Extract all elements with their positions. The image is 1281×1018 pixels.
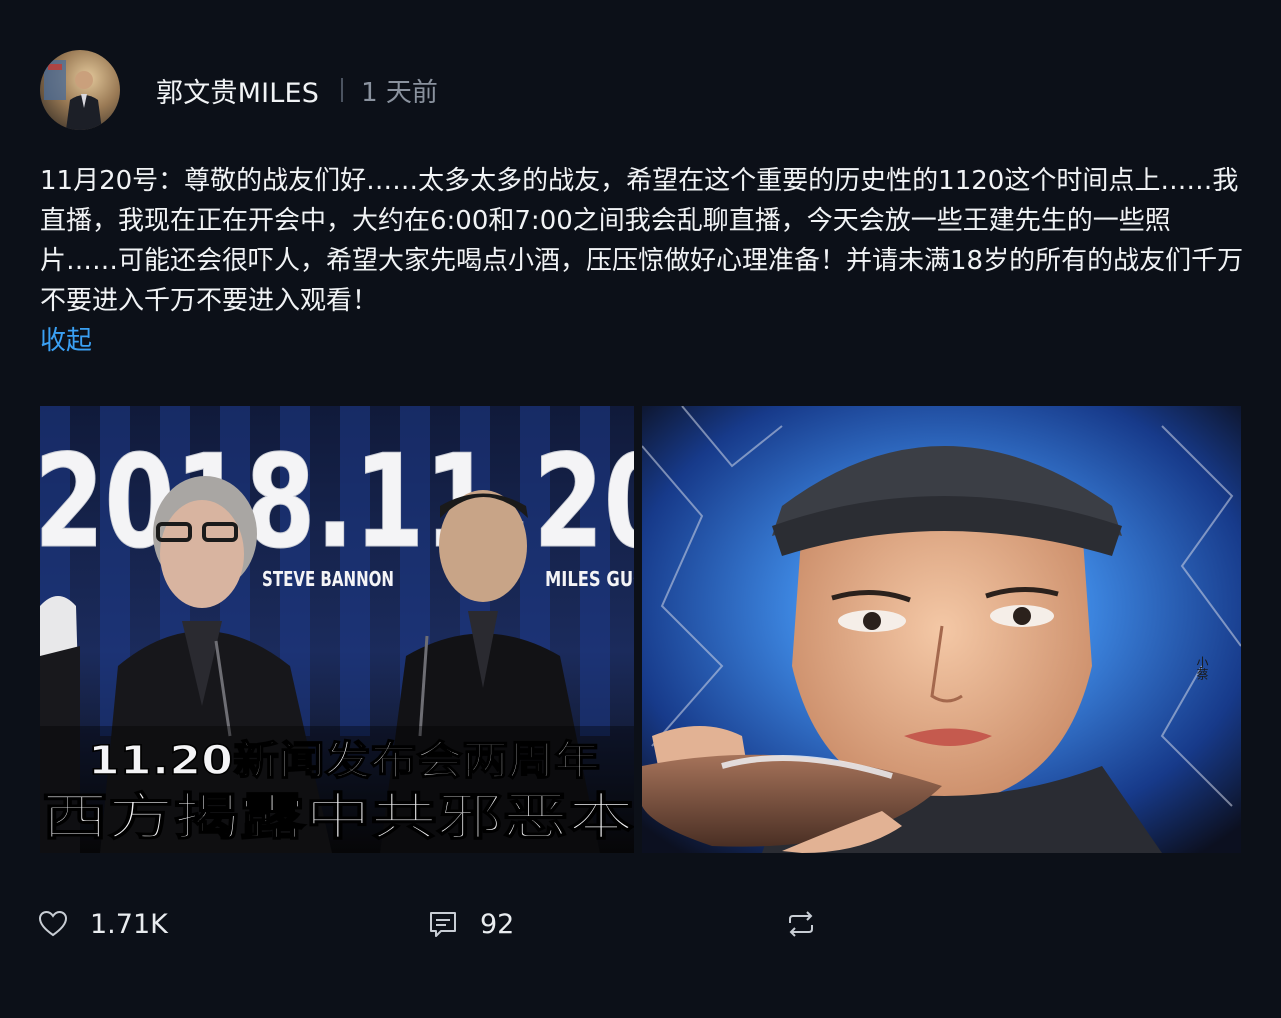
like-button[interactable]: 1.71K — [38, 898, 168, 950]
date-banner: 2018.11.20 — [40, 428, 634, 577]
comment-button[interactable]: 92 — [428, 898, 514, 950]
comment-icon — [430, 912, 456, 937]
header-separator — [341, 78, 344, 102]
post-image-portrait-painting[interactable]: 小蔡 — [642, 406, 1241, 853]
post-header: 郭文贵MILES 1 天前 — [40, 50, 438, 130]
collapse-link[interactable]: 收起 — [40, 321, 92, 361]
artist-signature: 小蔡 — [1195, 656, 1209, 680]
repost-icon — [789, 911, 813, 937]
post-image-press-conference[interactable]: 2018.11.20 STEVE BANNON MILES GUO 11.20新… — [40, 406, 634, 853]
post-body-text: 11月20号：尊敬的战友们好……太多太多的战友，希望在这个重要的历史性的1120… — [40, 166, 1244, 316]
action-bar: 1.71K 92 — [0, 898, 1281, 950]
post-card: 郭文贵MILES 1 天前 11月20号：尊敬的战友们好……太多太多的战友，希望… — [0, 0, 1281, 1018]
post-timestamp: 1 天前 — [361, 77, 438, 108]
caption-line-2: 西方揭露中共邪恶本 — [42, 788, 634, 846]
repost-button[interactable] — [786, 898, 816, 950]
heart-outline-icon — [38, 910, 68, 937]
name-label-left: STEVE BANNON — [262, 567, 394, 591]
name-label-right: MILES GUO — [545, 567, 634, 591]
avatar[interactable] — [40, 50, 120, 130]
author-name[interactable]: 郭文贵MILES — [156, 71, 319, 110]
caption-line-1: 11.20新闻发布会两周年 — [88, 738, 600, 784]
like-count: 1.71K — [90, 908, 168, 940]
comment-count: 92 — [480, 908, 515, 940]
